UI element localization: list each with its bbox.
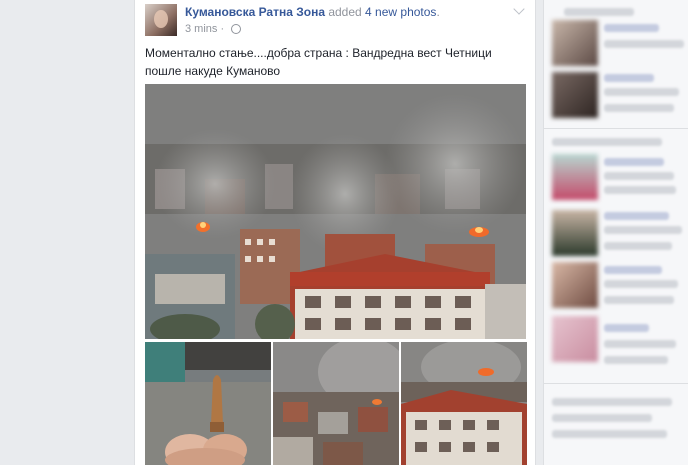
post-meta: 3 mins · — [185, 23, 242, 35]
meta-separator: · — [217, 23, 228, 35]
blurred-line — [604, 266, 662, 274]
town-smoke-photo-image — [273, 342, 399, 465]
blurred-thumbnail[interactable] — [552, 262, 598, 308]
blurred-line — [604, 158, 664, 166]
post-header: Кумановска Ратна Зона added 4 new photos… — [185, 5, 440, 19]
blurred-thumbnail[interactable] — [552, 316, 598, 362]
town-smoke-photo[interactable] — [273, 342, 399, 465]
rooftop-fire-photo-image — [401, 342, 527, 465]
page-avatar[interactable] — [145, 4, 177, 36]
divider — [544, 383, 688, 384]
bullet-photo-image — [145, 342, 271, 465]
post-text: Моментално стање....добра страна : Вандр… — [145, 46, 492, 78]
blurred-header — [564, 8, 634, 16]
post-action-text: added — [325, 5, 366, 19]
blurred-line — [604, 40, 684, 48]
blurred-line — [552, 414, 652, 422]
blurred-line — [552, 398, 672, 406]
right-sidebar — [543, 0, 688, 465]
blurred-line — [604, 104, 674, 112]
page-name-link[interactable]: Кумановска Ратна Зона — [185, 5, 325, 19]
blurred-line — [604, 296, 674, 304]
blurred-line — [604, 186, 676, 194]
blurred-heading — [552, 138, 662, 146]
blurred-line — [604, 212, 669, 220]
divider — [544, 128, 688, 129]
main-photo[interactable] — [145, 84, 526, 339]
rooftop-fire-photo[interactable] — [401, 342, 527, 465]
blurred-thumbnail[interactable] — [552, 210, 598, 256]
globe-icon[interactable] — [231, 24, 242, 35]
blurred-line — [552, 430, 667, 438]
blurred-line — [604, 74, 654, 82]
blurred-line — [604, 324, 649, 332]
blurred-thumbnail[interactable] — [552, 20, 598, 66]
post-timestamp[interactable]: 3 mins — [185, 23, 217, 35]
blurred-thumbnail[interactable] — [552, 154, 598, 200]
bullet-photo[interactable] — [145, 342, 271, 465]
blurred-line — [604, 280, 678, 288]
feed-post: Кумановска Ратна Зона added 4 new photos… — [134, 0, 536, 465]
post-action-suffix: . — [436, 5, 440, 19]
blurred-line — [604, 172, 674, 180]
blurred-line — [604, 356, 668, 364]
main-photo-image — [145, 84, 526, 339]
blurred-line — [604, 226, 682, 234]
new-photos-link[interactable]: 4 new photos — [365, 5, 436, 19]
chevron-down-icon[interactable] — [513, 3, 525, 15]
blurred-line — [604, 24, 659, 32]
blurred-thumbnail[interactable] — [552, 72, 598, 118]
blurred-line — [604, 88, 679, 96]
blurred-line — [604, 340, 676, 348]
blurred-line — [604, 242, 672, 250]
